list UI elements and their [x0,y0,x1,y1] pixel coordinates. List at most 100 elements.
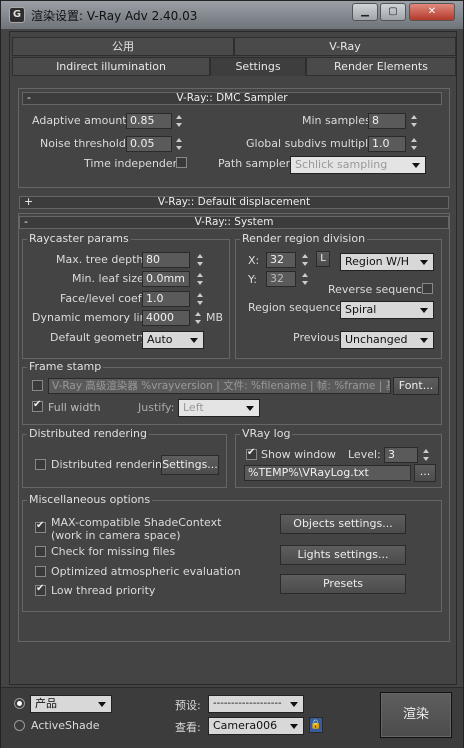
log-level-input[interactable]: 3 [384,447,418,463]
face-level-coef-input[interactable]: 1.0 [142,291,190,307]
max-compatible-label: MAX-compatible ShadeContext [51,516,222,529]
presets-button[interactable]: Presets [280,574,406,594]
global-subdivs-spinner[interactable] [410,136,419,152]
activeshade-label: ActiveShade [31,719,100,732]
max-compatible-checkbox[interactable] [35,520,46,533]
preset-select[interactable]: ------------------- [208,695,304,713]
full-width-label: Full width [48,401,101,414]
dynamic-memory-input[interactable]: 4000 [142,310,190,326]
check-missing-files-checkbox[interactable] [35,546,46,557]
render-button[interactable]: 渲染 [380,692,452,738]
path-sampler-select[interactable]: Schlick sampling [290,156,426,174]
justify-select[interactable]: Left [178,399,260,417]
max-tree-depth-spinner[interactable] [196,252,205,268]
time-independent-label: Time independent [84,157,184,170]
path-sampler-label: Path sampler: [218,157,294,170]
render-bottom-bar: 产品 ActiveShade 预设: ------------------- 查… [1,687,463,748]
render-region-division-title: Render region division [240,232,368,245]
show-window-checkbox[interactable] [246,447,257,460]
default-geometry-select[interactable]: Auto [142,331,204,349]
previous-select[interactable]: Unchanged [340,331,434,349]
maximize-button[interactable]: ▢ [380,3,406,21]
region-y-label: Y: [248,273,257,286]
adaptive-amount-input[interactable]: 0.85 [126,113,172,129]
region-mode-select[interactable]: Region W/H [340,253,434,271]
font-button[interactable]: Font... [393,377,439,395]
global-subdivs-input[interactable]: 1.0 [368,136,406,152]
tab-settings[interactable]: Settings [210,57,306,76]
reverse-sequence-checkbox[interactable] [422,283,433,294]
max-compatible-sublabel: (work in camera space) [51,529,181,542]
tab-common[interactable]: 公用 [12,37,234,56]
min-samples-spinner[interactable] [410,113,419,129]
distributed-rendering-checkbox[interactable] [35,459,46,470]
log-level-spinner[interactable] [422,447,431,463]
view-label: 查看: [175,721,201,734]
window-title: 渲染设置: V-Ray Adv 2.40.03 [31,9,198,23]
region-x-spinner[interactable] [301,252,310,268]
face-level-coef-label: Face/level coef. [60,292,145,305]
max-tree-depth-label: Max. tree depth: [56,253,148,266]
minimize-button[interactable]: ▁ [352,3,378,21]
preset-label: 预设: [175,699,201,712]
optimized-atmospheric-checkbox[interactable] [35,566,46,577]
tab-vray[interactable]: V-Ray [234,37,456,56]
frame-stamp-text-input[interactable]: V-Ray 高级渲染器 %vrayversion | 文件: %filename… [48,378,391,394]
product-select[interactable]: 产品 [30,695,112,713]
log-browse-button[interactable]: ... [414,464,436,482]
default-geometry-label: Default geometry: [50,331,150,344]
app-icon: G [9,7,25,23]
global-subdivs-label: Global subdivs multiplier: [246,137,387,150]
close-button[interactable]: ✕ [409,3,455,21]
tab-render-elements[interactable]: Render Elements [306,57,456,76]
system-title: V-Ray:: System [194,216,274,228]
distributed-rendering-title: Distributed rendering [27,427,149,440]
distributed-settings-button[interactable]: Settings... [161,455,219,475]
min-leaf-size-spinner[interactable] [196,271,205,287]
activeshade-radio[interactable] [14,720,25,731]
min-samples-input[interactable]: 8 [368,113,406,129]
lights-settings-button[interactable]: Lights settings... [280,545,406,565]
settings-client-area: 公用 V-Ray Indirect illumination Settings … [9,31,457,685]
adaptive-amount-spinner[interactable] [175,113,184,129]
raycaster-params-title: Raycaster params [27,232,131,245]
dmc-sampler-header[interactable]: - V-Ray:: DMC Sampler [22,92,442,105]
dynamic-memory-spinner[interactable] [194,310,203,326]
region-lock-button[interactable]: L [316,251,330,267]
objects-settings-button[interactable]: Objects settings... [280,514,406,534]
title-bar[interactable]: G 渲染设置: V-Ray Adv 2.40.03 ▁ ▢ ✕ [1,1,463,29]
full-width-checkbox[interactable] [32,399,43,412]
distributed-rendering-label: Distributed rendering [51,458,169,471]
reverse-sequence-label: Reverse sequence [328,283,429,296]
noise-threshold-label: Noise threshold: [40,137,130,150]
show-window-label: Show window [261,448,336,461]
region-x-input[interactable]: 32 [266,252,296,268]
justify-label: Justify: [138,401,175,414]
min-leaf-size-input[interactable]: 0.0mm [142,271,190,287]
log-level-label: Level: [348,448,381,461]
region-sequence-select[interactable]: Spiral [340,301,434,319]
noise-threshold-input[interactable]: 0.05 [126,136,172,152]
system-header[interactable]: - V-Ray:: System [19,216,449,229]
lock-view-icon[interactable]: 🔒 [309,717,323,733]
min-samples-label: Min samples: [302,114,375,127]
face-level-coef-spinner[interactable] [196,291,205,307]
low-thread-priority-checkbox[interactable] [35,583,46,596]
noise-threshold-spinner[interactable] [175,136,184,152]
tab-indirect-illumination[interactable]: Indirect illumination [12,57,210,76]
dmc-sampler-title: V-Ray:: DMC Sampler [176,92,288,104]
region-sequence-label: Region sequence: [248,301,346,314]
render-settings-window: G 渲染设置: V-Ray Adv 2.40.03 ▁ ▢ ✕ 公用 V-Ray… [0,0,464,748]
default-displacement-header[interactable]: + V-Ray:: Default displacement [19,196,449,209]
frame-stamp-title: Frame stamp [27,360,104,373]
view-select[interactable]: Camera006 [208,717,304,735]
product-radio[interactable] [14,698,25,709]
log-path-input[interactable]: %TEMP%\VRayLog.txt [244,465,411,481]
misc-options-title: Miscellaneous options [27,493,153,506]
time-independent-checkbox[interactable] [176,157,187,168]
region-y-spinner[interactable] [301,271,310,287]
region-y-input[interactable]: 32 [266,271,296,287]
frame-stamp-checkbox[interactable] [32,380,43,391]
max-tree-depth-input[interactable]: 80 [142,252,190,268]
region-x-label: X: [248,254,260,267]
